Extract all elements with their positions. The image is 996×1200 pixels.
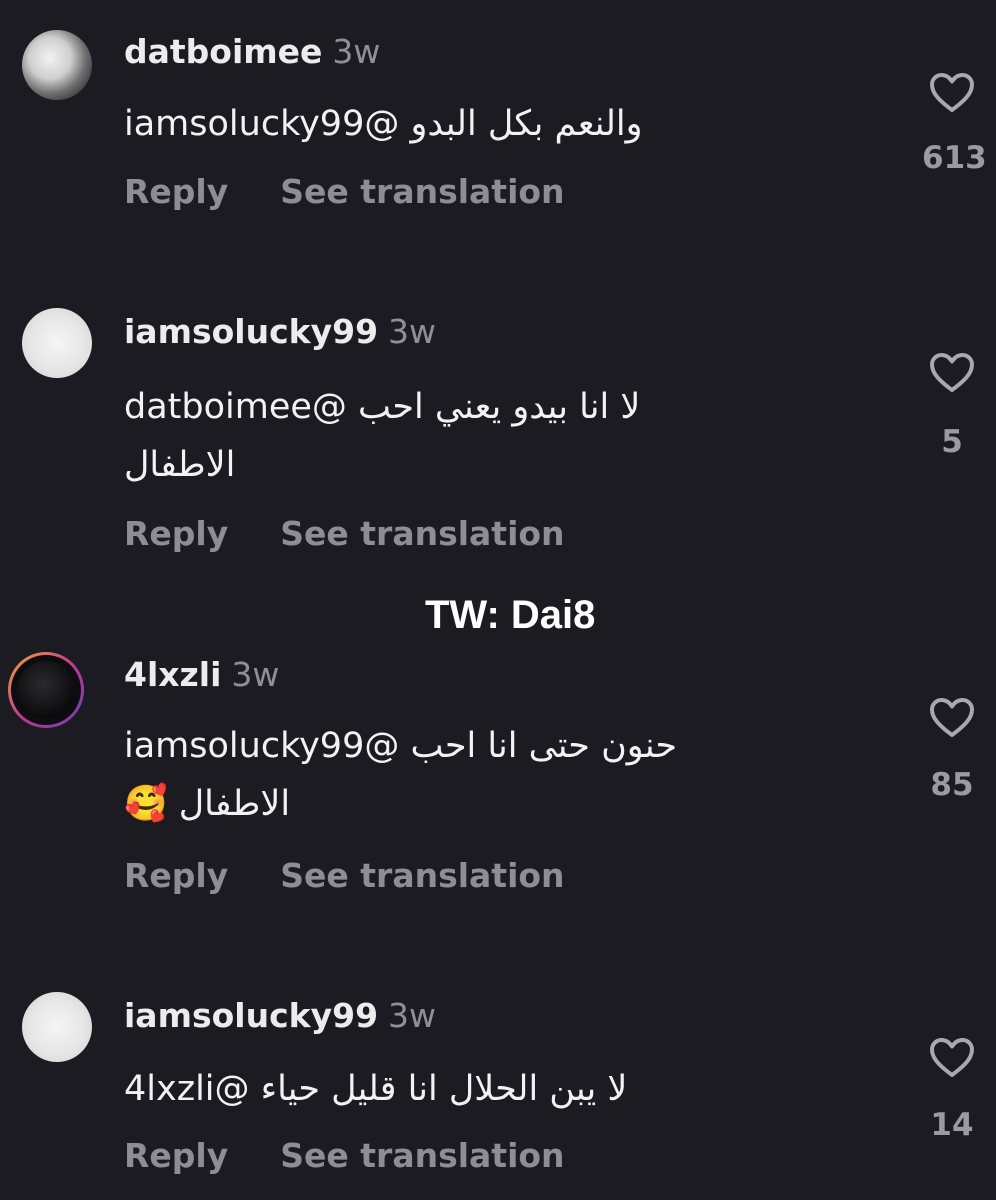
watermark-text: TW: Dai8 bbox=[425, 593, 596, 637]
see-translation-button[interactable]: See translation bbox=[280, 856, 564, 895]
comment-header: iamsolucky99 3w bbox=[124, 996, 436, 1035]
avatar[interactable] bbox=[22, 30, 92, 100]
username[interactable]: 4lxzli bbox=[124, 655, 221, 694]
timestamp: 3w bbox=[231, 655, 280, 694]
comment-header: 4lxzli 3w bbox=[124, 655, 279, 694]
comment-header: datboimee 3w bbox=[124, 32, 380, 71]
comment-actions: Reply See translation bbox=[124, 856, 565, 895]
comment-actions: Reply See translation bbox=[124, 514, 565, 553]
reply-button[interactable]: Reply bbox=[124, 1136, 228, 1175]
username[interactable]: datboimee bbox=[124, 32, 322, 71]
reply-button[interactable]: Reply bbox=[124, 856, 228, 895]
reply-button[interactable]: Reply bbox=[124, 172, 228, 211]
avatar-image bbox=[17, 661, 75, 719]
avatar[interactable] bbox=[22, 308, 92, 378]
avatar[interactable] bbox=[8, 652, 84, 728]
comment-header: iamsolucky99 3w bbox=[124, 312, 436, 351]
avatar[interactable] bbox=[22, 992, 92, 1062]
like-count: 85 bbox=[930, 767, 974, 803]
heart-outline-icon bbox=[930, 353, 974, 392]
heart-outline-icon bbox=[930, 698, 974, 737]
like-count: 5 bbox=[941, 424, 963, 460]
comment-text: والنعم بكل البدو @iamsolucky99 bbox=[124, 104, 643, 144]
timestamp: 3w bbox=[388, 996, 437, 1035]
comment-text: لا انا بيدو يعني احب @datboimee الاطفال bbox=[124, 387, 641, 485]
comment-text: لا يبن الحلال انا قليل حياء @4lxzli bbox=[124, 1069, 628, 1109]
see-translation-button[interactable]: See translation bbox=[280, 1136, 564, 1175]
see-translation-button[interactable]: See translation bbox=[280, 514, 564, 553]
comment-actions: Reply See translation bbox=[124, 172, 565, 211]
heart-outline-icon bbox=[930, 1038, 974, 1077]
like-button[interactable]: 14 bbox=[922, 1037, 982, 1143]
see-translation-button[interactable]: See translation bbox=[280, 172, 564, 211]
like-count: 613 bbox=[922, 140, 987, 176]
comment-text: حنون حتى انا احب @iamsolucky99 الاطفال 🥰 bbox=[124, 726, 678, 824]
username[interactable]: iamsolucky99 bbox=[124, 996, 378, 1035]
timestamp: 3w bbox=[388, 312, 437, 351]
reply-button[interactable]: Reply bbox=[124, 514, 228, 553]
comment-actions: Reply See translation bbox=[124, 1136, 565, 1175]
like-count: 14 bbox=[930, 1107, 974, 1143]
heart-outline-icon bbox=[930, 73, 974, 112]
like-button[interactable]: 85 bbox=[922, 697, 982, 803]
like-button[interactable]: 5 bbox=[922, 352, 982, 460]
timestamp: 3w bbox=[332, 32, 381, 71]
username[interactable]: iamsolucky99 bbox=[124, 312, 378, 351]
like-button[interactable]: 613 bbox=[922, 72, 987, 176]
